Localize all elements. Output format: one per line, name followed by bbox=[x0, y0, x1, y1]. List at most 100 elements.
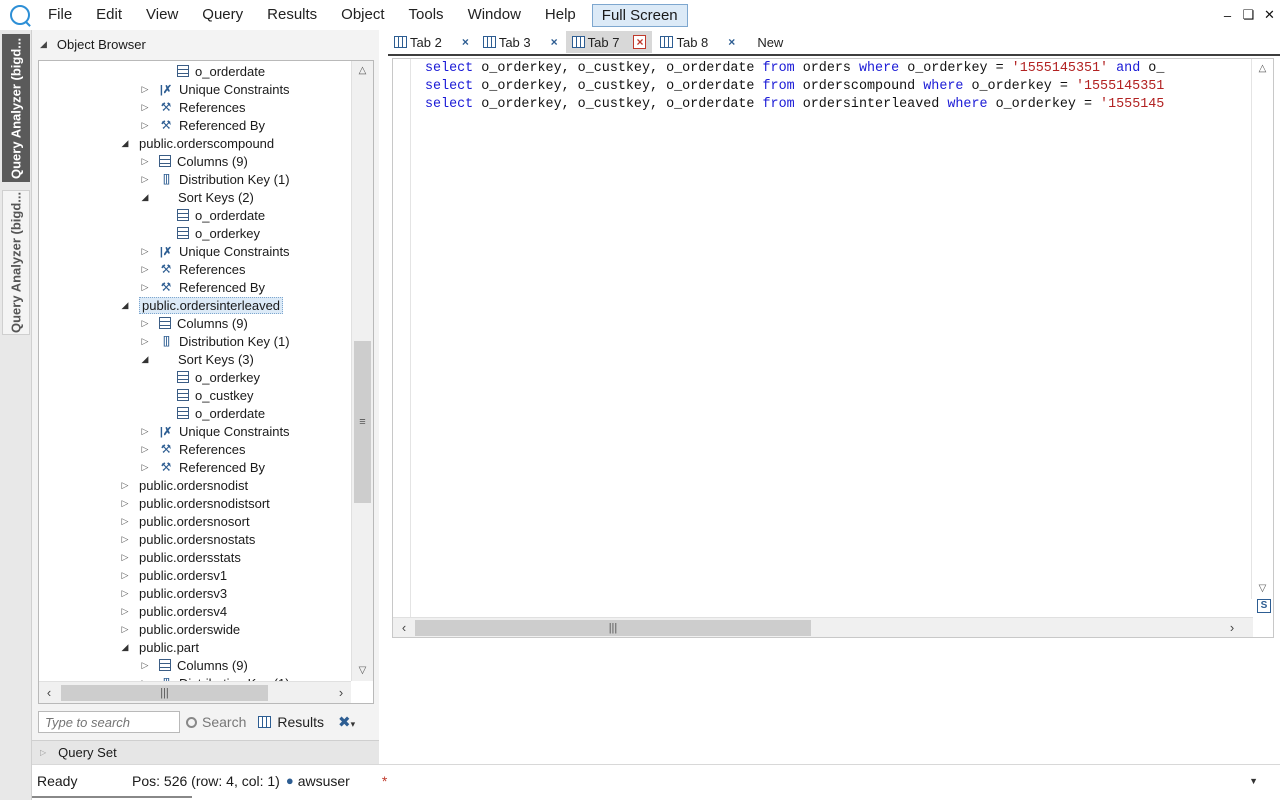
tree-node[interactable]: ◢ public.orderscompound bbox=[119, 134, 275, 152]
collapsed-arrow-icon[interactable]: ▷ bbox=[139, 246, 151, 257]
object-browser-header[interactable]: ◢ Object Browser bbox=[32, 30, 379, 58]
restore-icon[interactable]: ❏ bbox=[1238, 7, 1259, 23]
tree-node[interactable]: ▷[|]Distribution Key (1) bbox=[139, 332, 290, 350]
editor-horizontal-scrollbar[interactable]: ‹ ||| › bbox=[393, 617, 1253, 637]
tree-node[interactable]: ▷ public.orderswide bbox=[119, 620, 241, 638]
collapsed-arrow-icon[interactable]: ▷ bbox=[119, 606, 131, 617]
tab-tab-3[interactable]: Tab 3 × bbox=[477, 31, 564, 53]
tab-new[interactable]: New bbox=[743, 31, 789, 53]
menu-query[interactable]: Query bbox=[190, 0, 255, 30]
close-tab-icon[interactable]: × bbox=[728, 35, 735, 49]
collapsed-arrow-icon[interactable]: ▷ bbox=[139, 318, 151, 329]
collapsed-arrow-icon[interactable]: ▷ bbox=[139, 426, 151, 437]
scroll-left-icon[interactable]: ‹ bbox=[393, 618, 415, 638]
menu-tools[interactable]: Tools bbox=[397, 0, 456, 30]
scroll-up-icon[interactable]: △ bbox=[352, 61, 373, 81]
tree-node[interactable]: ◢ public.ordersinterleaved bbox=[119, 296, 284, 314]
scroll-thumb[interactable]: ||| bbox=[415, 620, 811, 636]
expanded-arrow-icon[interactable]: ◢ bbox=[139, 192, 151, 203]
tree-node[interactable]: ▷ Columns (9) bbox=[139, 314, 248, 332]
tree-node[interactable]: o_orderdate bbox=[177, 62, 265, 80]
scroll-up-icon[interactable]: △ bbox=[1252, 59, 1273, 79]
tab-tab-7[interactable]: Tab 7 × bbox=[565, 31, 653, 53]
collapsed-arrow-icon[interactable]: ▷ bbox=[119, 498, 131, 509]
collapsed-arrow-icon[interactable]: ▷ bbox=[139, 462, 151, 473]
scroll-down-icon[interactable]: ▽ bbox=[352, 661, 373, 681]
minimize-icon[interactable]: – bbox=[1217, 8, 1238, 23]
collapsed-arrow-icon[interactable]: ▷ bbox=[139, 120, 151, 131]
tools-dropdown-button[interactable]: ✖▾ bbox=[338, 713, 355, 731]
collapsed-arrow-icon[interactable]: ▷ bbox=[139, 84, 151, 95]
tree-node[interactable]: ▷ ⚒ Referenced By bbox=[139, 116, 265, 134]
results-button[interactable]: Results bbox=[258, 714, 324, 730]
scroll-right-icon[interactable]: › bbox=[1221, 618, 1243, 638]
menu-view[interactable]: View bbox=[134, 0, 190, 30]
expanded-arrow-icon[interactable]: ◢ bbox=[119, 642, 131, 653]
close-tab-icon[interactable]: × bbox=[551, 35, 558, 49]
scroll-right-icon[interactable]: › bbox=[331, 682, 351, 703]
tree-node[interactable]: ▷ Columns (9) bbox=[139, 656, 248, 674]
collapsed-arrow-icon[interactable]: ▷ bbox=[139, 174, 151, 185]
tree-node[interactable]: ▷ ⚒ References bbox=[139, 260, 246, 278]
tree-node[interactable]: ▷ public.ordersv4 bbox=[119, 602, 228, 620]
scroll-thumb[interactable]: ||| bbox=[61, 685, 268, 701]
close-tab-icon[interactable]: × bbox=[462, 35, 469, 49]
tab-tab-2[interactable]: Tab 2 × bbox=[388, 31, 475, 53]
collapsed-arrow-icon[interactable]: ▷ bbox=[139, 156, 151, 167]
tab-tab-8[interactable]: Tab 8 × bbox=[654, 31, 741, 53]
side-tab-query-analyzer-active[interactable]: Query Analyzer (bigd... bbox=[2, 34, 30, 182]
search-button[interactable]: Search bbox=[186, 714, 246, 730]
tree-node[interactable]: ▷ ⚒ References bbox=[139, 440, 246, 458]
menu-results[interactable]: Results bbox=[255, 0, 329, 30]
tree-node[interactable]: ▷ public.ordersnostats bbox=[119, 530, 256, 548]
menu-edit[interactable]: Edit bbox=[84, 0, 134, 30]
tree-node[interactable]: ◢ Sort Keys (3) bbox=[139, 350, 254, 368]
scroll-thumb[interactable]: ≡ bbox=[354, 341, 371, 503]
tree-horizontal-scrollbar[interactable]: ‹ ||| › bbox=[39, 681, 351, 703]
tree-vertical-scrollbar[interactable]: △ ≡ ▽ bbox=[351, 61, 373, 681]
collapsed-arrow-icon[interactable]: ▷ bbox=[139, 102, 151, 113]
tree-node[interactable]: ▷ public.ordersnosort bbox=[119, 512, 250, 530]
format-sql-icon[interactable]: S bbox=[1257, 599, 1271, 613]
collapsed-arrow-icon[interactable]: ▷ bbox=[119, 534, 131, 545]
tree-node[interactable]: ▷ public.ordersnodist bbox=[119, 476, 249, 494]
expanded-arrow-icon[interactable]: ◢ bbox=[139, 354, 151, 365]
collapsed-arrow-icon[interactable]: ▷ bbox=[139, 264, 151, 275]
close-icon[interactable]: ✕ bbox=[1259, 7, 1280, 23]
editor-code[interactable]: select o_orderkey, o_custkey, o_orderdat… bbox=[425, 60, 1251, 616]
tree-node[interactable]: o_orderdate bbox=[177, 404, 265, 422]
tree-node[interactable]: ▷ |✗ Unique Constraints bbox=[139, 242, 290, 260]
tree-node[interactable]: o_custkey bbox=[177, 386, 254, 404]
close-tab-icon[interactable]: × bbox=[633, 35, 647, 49]
tree-node[interactable]: ▷ public.ordersstats bbox=[119, 548, 241, 566]
collapsed-arrow-icon[interactable]: ▷ bbox=[119, 516, 131, 527]
scroll-left-icon[interactable]: ‹ bbox=[39, 682, 59, 703]
collapsed-arrow-icon[interactable]: ▷ bbox=[119, 480, 131, 491]
editor-vertical-scrollbar[interactable]: △ ▽ bbox=[1251, 59, 1273, 599]
status-dropdown-icon[interactable]: ▼ bbox=[1249, 776, 1258, 786]
side-tab-query-analyzer[interactable]: Query Analyzer (bigd... bbox=[2, 190, 30, 335]
tree-node[interactable]: ▷[|]Distribution Key (1) bbox=[139, 170, 290, 188]
tree-node[interactable]: ▷ Columns (9) bbox=[139, 152, 248, 170]
full-screen-button[interactable]: Full Screen bbox=[591, 3, 688, 27]
tree-node[interactable]: o_orderkey bbox=[177, 224, 260, 242]
sql-editor[interactable]: select o_orderkey, o_custkey, o_orderdat… bbox=[392, 58, 1274, 638]
collapsed-arrow-icon[interactable]: ▷ bbox=[119, 552, 131, 563]
tree-node[interactable]: ▷ ⚒ References bbox=[139, 98, 246, 116]
tree-node[interactable]: ▷ public.ordersv1 bbox=[119, 566, 228, 584]
collapsed-arrow-icon[interactable]: ▷ bbox=[139, 660, 151, 671]
collapsed-arrow-icon[interactable]: ▷ bbox=[139, 444, 151, 455]
tree-node[interactable]: ◢ Sort Keys (2) bbox=[139, 188, 254, 206]
tree-node[interactable]: ▷ ⚒ Referenced By bbox=[139, 278, 265, 296]
tree-node[interactable]: ▷ |✗ Unique Constraints bbox=[139, 80, 290, 98]
tree-node[interactable]: ▷[|]Distribution Key (1) bbox=[139, 674, 290, 682]
collapsed-arrow-icon[interactable]: ▷ bbox=[119, 588, 131, 599]
tree-node[interactable]: o_orderkey bbox=[177, 368, 260, 386]
tree-node[interactable]: ◢ public.part bbox=[119, 638, 199, 656]
menu-window[interactable]: Window bbox=[456, 0, 533, 30]
collapse-arrow-icon[interactable]: ◢ bbox=[40, 39, 47, 50]
collapsed-arrow-icon[interactable]: ▷ bbox=[119, 624, 131, 635]
tree-node[interactable]: ▷ ⚒ Referenced By bbox=[139, 458, 265, 476]
collapsed-arrow-icon[interactable]: ▷ bbox=[139, 282, 151, 293]
collapsed-arrow-icon[interactable]: ▷ bbox=[119, 570, 131, 581]
